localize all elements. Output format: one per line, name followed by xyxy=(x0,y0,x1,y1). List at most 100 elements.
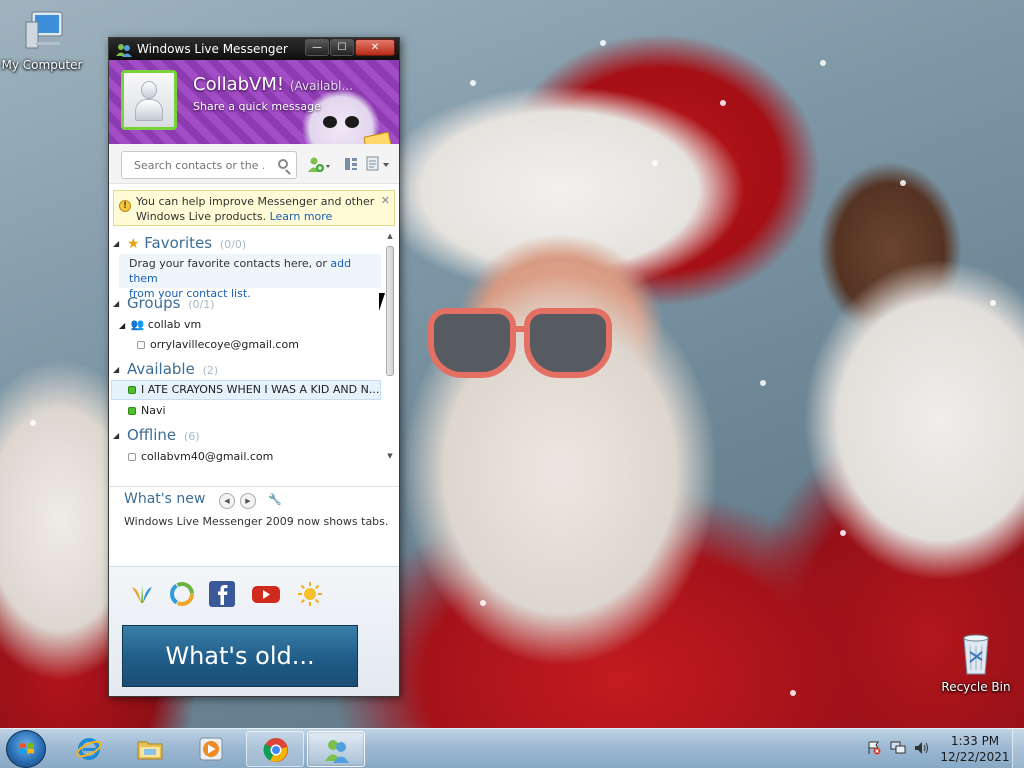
contact-item-selected[interactable]: I ATE CRAYONS WHEN I WAS A KID AND N... xyxy=(111,380,381,400)
favorites-hint-text: Drag your favorite contacts here, or xyxy=(129,257,331,270)
show-menu-button[interactable] xyxy=(365,156,393,174)
action-center-flag-icon[interactable] xyxy=(866,741,882,755)
group-label: Favorites xyxy=(144,234,213,252)
weather-sun-icon[interactable] xyxy=(297,581,323,607)
ad-banner[interactable]: What's old... xyxy=(122,625,358,687)
facebook-icon[interactable] xyxy=(209,581,235,607)
clock-time: 1:33 PM xyxy=(950,734,1000,748)
settings-wrench-icon[interactable]: 🔧 xyxy=(268,493,282,506)
contact-name: I ATE CRAYONS WHEN I WAS A KID AND N... xyxy=(141,383,380,396)
scroll-down-icon[interactable]: ▼ xyxy=(385,452,395,460)
windows-live-icon[interactable] xyxy=(129,581,155,607)
taskbar-chrome[interactable] xyxy=(246,731,304,767)
scroll-thumb[interactable] xyxy=(386,246,394,376)
window-titlebar[interactable]: Windows Live Messenger — ☐ ✕ xyxy=(109,38,399,60)
volume-icon[interactable] xyxy=(914,741,930,755)
group-header-favorites[interactable]: ◢ ★ Favorites (0/0) xyxy=(113,234,246,252)
group-count: (6) xyxy=(183,430,200,443)
collapse-triangle-icon[interactable]: ◢ xyxy=(113,365,119,374)
add-contact-button[interactable] xyxy=(307,156,331,174)
recycle-bin-icon xyxy=(952,630,1000,678)
contact-card-icon[interactable] xyxy=(363,131,393,144)
system-clock[interactable]: 1:33 PM 12/22/2021 xyxy=(940,733,1010,765)
group-count: (0/0) xyxy=(219,238,247,251)
previous-arrow-icon[interactable]: ◀ xyxy=(219,493,235,509)
scroll-up-icon[interactable]: ▲ xyxy=(385,232,395,240)
mouse-cursor xyxy=(379,293,391,311)
group-label: Groups xyxy=(126,294,181,312)
contact-list: ◢ ★ Favorites (0/0) Drag your favorite c… xyxy=(109,232,399,468)
info-icon: ! xyxy=(119,200,131,212)
messenger-swirl-icon[interactable] xyxy=(169,581,195,607)
menu-icon xyxy=(366,156,389,171)
skull-decoration xyxy=(323,116,363,128)
group-label: Available xyxy=(126,360,195,378)
messenger-buddies-icon xyxy=(115,42,133,57)
change-layout-button[interactable] xyxy=(343,156,359,174)
status-selector[interactable]: (Availabl... xyxy=(290,79,353,93)
contact-item[interactable]: Navi xyxy=(128,404,166,417)
search-toolbar xyxy=(109,144,399,184)
learn-more-link[interactable]: Learn more xyxy=(270,210,333,223)
group-header-offline[interactable]: ◢ Offline (6) xyxy=(113,426,200,444)
media-player-icon xyxy=(199,737,223,761)
subgroup-collab-vm[interactable]: ◢ 👥 collab vm xyxy=(119,318,201,331)
next-arrow-icon[interactable]: ▶ xyxy=(240,493,256,509)
add-contact-icon xyxy=(308,157,330,172)
quick-message-field[interactable]: Share a quick message xyxy=(193,100,321,113)
collapse-triangle-icon[interactable]: ◢ xyxy=(113,239,119,248)
online-status-icon xyxy=(128,407,136,415)
whats-new-title: What's new xyxy=(124,491,206,507)
minimize-button[interactable]: — xyxy=(305,39,329,56)
show-desktop-button[interactable] xyxy=(1012,729,1024,768)
offline-status-icon xyxy=(128,453,136,461)
contact-name: collabvm40@gmail.com xyxy=(141,450,274,463)
info-close-icon[interactable]: ✕ xyxy=(381,193,390,208)
group-count: (0/1) xyxy=(188,298,215,311)
contact-list-scrollbar[interactable]: ▲ ▼ xyxy=(385,232,395,466)
taskbar-windows-explorer[interactable] xyxy=(121,731,179,767)
windows-explorer-icon xyxy=(137,741,163,760)
search-input[interactable] xyxy=(134,159,264,172)
close-button[interactable]: ✕ xyxy=(355,39,395,56)
messenger-window[interactable]: Windows Live Messenger — ☐ ✕ CollabVM! (… xyxy=(108,37,400,697)
contact-name: orrylavillecoye@gmail.com xyxy=(150,338,299,351)
network-icon[interactable] xyxy=(890,741,906,755)
collapse-triangle-icon[interactable]: ◢ xyxy=(113,299,119,308)
desktop-icon-my-computer[interactable]: My Computer xyxy=(0,8,84,72)
display-name[interactable]: CollabVM! (Availabl... xyxy=(193,74,353,95)
contact-item[interactable]: orrylavillecoye@gmail.com xyxy=(137,338,299,351)
profile-header: CollabVM! (Availabl... Share a quick mes… xyxy=(109,60,399,144)
info-notification-bar: ! You can help improve Messenger and oth… xyxy=(113,190,395,226)
messenger-icon xyxy=(325,740,349,763)
collapse-triangle-icon[interactable]: ◢ xyxy=(113,431,119,440)
desktop-icon-recycle-bin[interactable]: Recycle Bin xyxy=(934,630,1018,694)
group-count: (2) xyxy=(202,364,219,377)
taskbar-media-player[interactable] xyxy=(182,731,240,767)
youtube-icon[interactable] xyxy=(251,581,280,607)
group-header-available[interactable]: ◢ Available (2) xyxy=(113,360,218,378)
contact-name: Navi xyxy=(141,404,166,417)
collapse-triangle-icon[interactable]: ◢ xyxy=(119,321,125,330)
wallpaper-sunglasses xyxy=(422,308,618,382)
desktop-icon-label: Recycle Bin xyxy=(941,680,1011,694)
whats-new-panel: What's new ◀ ▶ 🔧 Windows Live Messenger … xyxy=(109,486,399,566)
online-status-icon xyxy=(128,386,136,394)
group-header-groups[interactable]: ◢ Groups (0/1) xyxy=(113,294,215,312)
group-label: Offline xyxy=(126,426,177,444)
system-tray xyxy=(862,735,942,761)
favorites-hint: Drag your favorite contacts here, or add… xyxy=(119,254,381,300)
taskbar-internet-explorer[interactable] xyxy=(60,731,118,767)
avatar[interactable] xyxy=(121,70,177,130)
computer-icon xyxy=(18,8,66,56)
start-button[interactable] xyxy=(6,730,46,768)
chrome-icon xyxy=(263,738,288,762)
maximize-button[interactable]: ☐ xyxy=(330,39,354,56)
taskbar-messenger[interactable] xyxy=(307,731,365,767)
contact-item[interactable]: collabvm40@gmail.com xyxy=(128,450,273,463)
search-icon[interactable] xyxy=(278,159,288,169)
user-silhouette-icon xyxy=(141,81,157,99)
taskbar: 1:33 PM 12/22/2021 xyxy=(0,728,1024,768)
search-box[interactable] xyxy=(121,151,297,179)
clock-date: 12/22/2021 xyxy=(940,750,1010,764)
